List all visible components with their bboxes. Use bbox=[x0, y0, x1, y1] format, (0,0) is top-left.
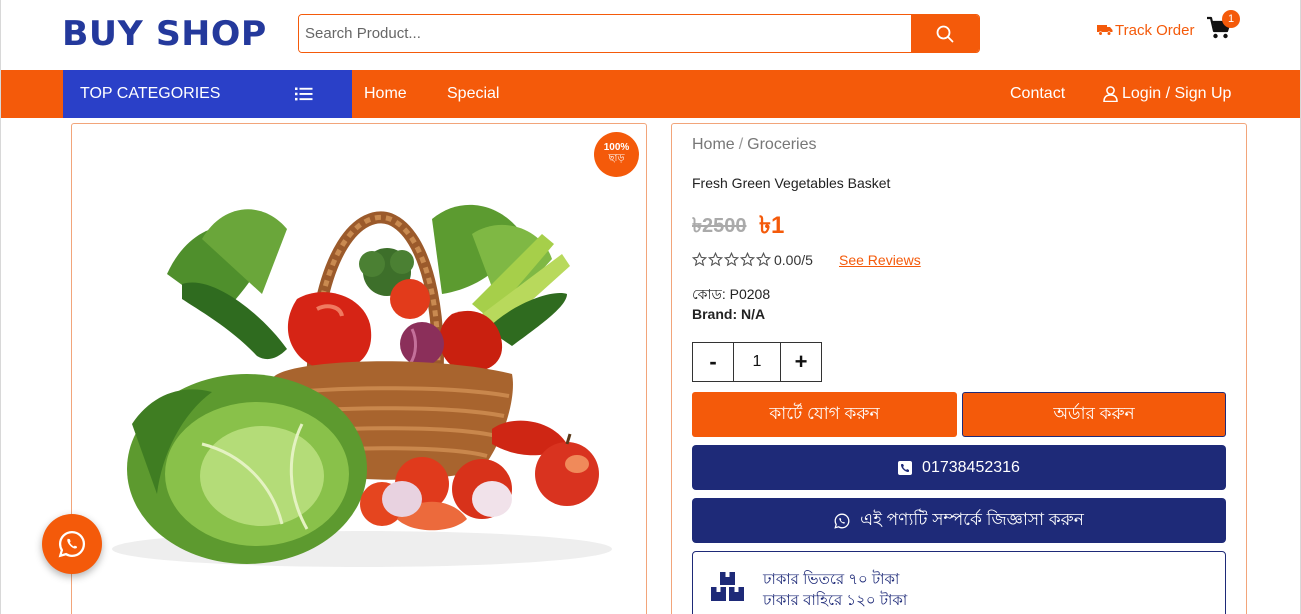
nav-home[interactable]: Home bbox=[364, 70, 407, 118]
track-order-label: Track Order bbox=[1115, 21, 1195, 39]
ask-label: এই পণ্যটি সম্পর্কে জিজ্ঞাসা করুন bbox=[860, 509, 1084, 529]
discount-label: ছাড় bbox=[608, 153, 625, 164]
order-now-button[interactable]: অর্ডার করুন bbox=[962, 392, 1226, 437]
quantity-value[interactable]: 1 bbox=[733, 343, 781, 381]
current-price: ৳1 bbox=[759, 212, 785, 239]
quantity-decrease-button[interactable]: - bbox=[693, 343, 733, 381]
list-icon bbox=[295, 87, 313, 101]
breadcrumb: Home / Groceries bbox=[692, 136, 817, 154]
top-categories-label: TOP CATEGORIES bbox=[80, 85, 221, 102]
user-icon bbox=[1103, 86, 1118, 102]
page: BUY SHOP Track Order bbox=[0, 0, 1301, 614]
add-to-cart-button[interactable]: কার্টে যোগ করুন bbox=[692, 392, 957, 437]
phone-number: 01738452316 bbox=[922, 458, 1020, 476]
nav-special[interactable]: Special bbox=[447, 70, 499, 118]
whatsapp-icon bbox=[58, 530, 86, 558]
product-brand: Brand: N/A bbox=[692, 306, 766, 322]
site-logo[interactable]: BUY SHOP bbox=[62, 14, 267, 54]
search-button[interactable] bbox=[911, 15, 979, 52]
discount-badge: 100% ছাড় bbox=[594, 132, 639, 177]
main-nav: TOP CATEGORIES Home Special Contact Logi… bbox=[1, 70, 1300, 118]
truck-icon bbox=[1097, 25, 1113, 36]
call-button[interactable]: 01738452316 bbox=[692, 445, 1226, 490]
top-categories-button[interactable]: TOP CATEGORIES bbox=[63, 70, 352, 118]
star-icon bbox=[724, 252, 739, 267]
whatsapp-icon bbox=[834, 513, 850, 529]
search-bar bbox=[298, 14, 980, 53]
search-input[interactable] bbox=[299, 15, 911, 52]
star-icon bbox=[756, 252, 771, 267]
nav-contact[interactable]: Contact bbox=[1010, 70, 1065, 118]
see-reviews-link[interactable]: See Reviews bbox=[839, 252, 921, 268]
top-header: BUY SHOP Track Order bbox=[1, 0, 1300, 70]
product-title: Fresh Green Vegetables Basket bbox=[692, 175, 891, 191]
breadcrumb-separator: / bbox=[738, 136, 744, 153]
quantity-stepper: - 1 + bbox=[692, 342, 822, 382]
star-icon bbox=[692, 252, 707, 267]
quantity-increase-button[interactable]: + bbox=[781, 343, 821, 381]
breadcrumb-home[interactable]: Home bbox=[692, 136, 735, 153]
cart-count-badge: 1 bbox=[1222, 10, 1240, 28]
product-image[interactable] bbox=[72, 124, 647, 614]
rating-stars bbox=[692, 252, 771, 267]
search-icon bbox=[936, 25, 954, 42]
star-icon bbox=[740, 252, 755, 267]
login-label: Login / Sign Up bbox=[1122, 85, 1232, 102]
phone-icon bbox=[898, 460, 913, 475]
product-code: কোড: P0208 bbox=[692, 286, 771, 302]
delivery-info-box: ঢাকার ভিতরে ৭০ টাকা ঢাকার বাহিরে ১২০ টাক… bbox=[692, 551, 1226, 614]
discount-percent: 100% bbox=[603, 142, 630, 153]
delivery-outside-dhaka: ঢাকার বাহিরে ১২০ টাকা bbox=[763, 592, 908, 609]
nav-login[interactable]: Login / Sign Up bbox=[1103, 70, 1231, 118]
star-icon bbox=[708, 252, 723, 267]
track-order-link[interactable]: Track Order bbox=[1097, 20, 1194, 40]
ask-about-product-button[interactable]: এই পণ্যটি সম্পর্কে জিজ্ঞাসা করুন bbox=[692, 498, 1226, 543]
product-image-panel bbox=[71, 123, 647, 614]
old-price: ৳2500 bbox=[692, 215, 747, 237]
whatsapp-chat-button[interactable] bbox=[42, 514, 102, 574]
boxes-icon bbox=[711, 572, 744, 601]
breadcrumb-category[interactable]: Groceries bbox=[747, 136, 816, 153]
rating-text: 0.00/5 bbox=[774, 252, 813, 268]
